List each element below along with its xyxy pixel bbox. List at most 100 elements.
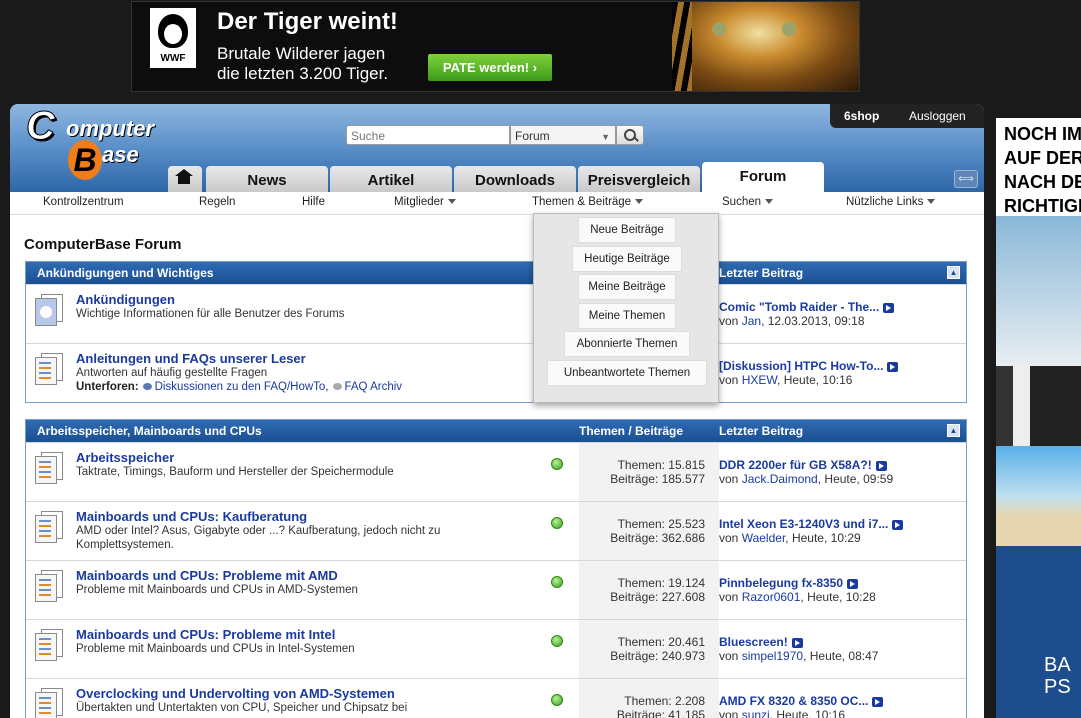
section-title[interactable]: Arbeitsspeicher, Mainboards und CPUs [37, 424, 262, 438]
go-to-post-icon[interactable] [791, 637, 803, 648]
author-link[interactable]: Waelder [742, 531, 786, 545]
tab-home[interactable] [168, 166, 202, 192]
author-link[interactable]: Jan [742, 314, 761, 328]
author-link[interactable]: sunzi [742, 708, 770, 718]
forum-description: AMD oder Intel? Asus, Gigabyte oder ...?… [76, 525, 441, 551]
tab-downloads[interactable]: Downloads [454, 166, 576, 192]
author-link[interactable]: HXEW [742, 373, 777, 387]
forum-stats: Themen: 2.208 Beiträge: 41.185 [579, 679, 719, 718]
wwf-logo: WWF [150, 8, 196, 68]
online-status-icon [551, 635, 563, 647]
forum-link[interactable]: Overclocking und Undervolting von AMD-Sy… [76, 686, 395, 701]
search-input[interactable]: Suche [346, 125, 510, 145]
last-post: Bluescreen! [719, 635, 803, 649]
forum-row: Anleitungen und FAQs unserer Leser Antwo… [26, 343, 966, 402]
last-post-author: von simpel1970, Heute, 08:47 [719, 649, 879, 663]
chevron-down-icon [635, 199, 644, 205]
go-to-post-icon[interactable] [892, 519, 904, 530]
ad-speaker-image [996, 366, 1081, 446]
go-to-post-icon[interactable] [883, 302, 895, 313]
banner-subtitle-1: Brutale Wilderer jagen [217, 44, 386, 63]
last-post-link[interactable]: DDR 2200er für GB X58A?! [719, 458, 872, 472]
right-skyscraper-ad[interactable]: NOCH IMM AUF DER NACH DEM RICHTIGE BAPS [996, 118, 1081, 718]
author-link[interactable]: Jack.Daimond [742, 472, 818, 486]
ad-text: NOCH IMM AUF DER NACH DEM RICHTIGE [1004, 124, 1081, 216]
author-link[interactable]: Razor0601 [742, 590, 801, 604]
chevron-down-icon [765, 199, 774, 205]
collapse-icon[interactable]: ▲ [947, 424, 960, 437]
subnav-mitglieder[interactable]: Mitglieder [394, 196, 456, 208]
tab-forum[interactable]: Forum [702, 162, 824, 192]
panda-icon [158, 14, 188, 48]
last-post-author: von sunzi, Heute, 10:16 [719, 708, 845, 718]
subnav-nuetzliche-links[interactable]: Nützliche Links [846, 196, 936, 208]
menu-item-unbeantwortete-themen[interactable]: Unbeantwortete Themen [547, 360, 707, 386]
menu-item-abonnierte-themen[interactable]: Abonnierte Themen [564, 331, 690, 357]
last-post-link[interactable]: Bluescreen! [719, 635, 788, 649]
speech-bubble-icon [332, 383, 342, 391]
forum-row: Ankündigungen Wichtige Informationen für… [26, 284, 966, 343]
subforum-link[interactable]: Diskussionen zu den FAQ/HowTo [155, 381, 326, 393]
subforum-link[interactable]: FAQ Archiv [345, 381, 403, 393]
username-link[interactable]: 6shop [844, 109, 879, 123]
forum-status-icon [35, 353, 63, 385]
pate-werden-button[interactable]: PATE werden! › [428, 54, 552, 81]
forum-status-icon [35, 629, 63, 661]
forum-row: Arbeitsspeicher Taktrate, Timings, Baufo… [26, 442, 966, 501]
expand-width-icon[interactable]: ⟺ [954, 170, 978, 188]
top-banner-ad[interactable]: WWF Der Tiger weint! Brutale Wilderer ja… [131, 1, 860, 92]
subnav-themen-beitraege[interactable]: Themen & Beiträge [532, 196, 644, 208]
menu-item-meine-themen[interactable]: Meine Themen [578, 303, 676, 329]
forum-link[interactable]: Mainboards und CPUs: Kaufberatung [76, 509, 307, 524]
last-post-link[interactable]: Pinnbelegung fx-8350 [719, 576, 843, 590]
subnav-suchen[interactable]: Suchen [722, 196, 774, 208]
forum-description: Übertakten und Untertakten von CPU, Spei… [76, 702, 408, 714]
forum-section: Ankündigungen und Wichtiges Letzter Beit… [25, 261, 967, 403]
last-post-author: von Razor0601, Heute, 10:28 [719, 590, 876, 604]
go-to-post-icon[interactable] [847, 578, 859, 589]
subnav-hilfe[interactable]: Hilfe [302, 196, 325, 208]
online-status-icon [551, 694, 563, 706]
computerbase-logo[interactable]: Computer Base [22, 104, 172, 188]
forum-link[interactable]: Mainboards und CPUs: Probleme mit AMD [76, 568, 338, 583]
author-link[interactable]: simpel1970 [742, 649, 803, 663]
subnav-regeln[interactable]: Regeln [199, 196, 235, 208]
ad-car-image [996, 216, 1081, 366]
search-button[interactable] [616, 125, 644, 145]
tab-news[interactable]: News [206, 166, 328, 192]
forum-link[interactable]: Arbeitsspeicher [76, 450, 174, 465]
last-post: Intel Xeon E3-1240V3 und i7... [719, 517, 904, 531]
subnav-kontrollzentrum[interactable]: Kontrollzentrum [43, 196, 124, 208]
forum-row: Mainboards und CPUs: Probleme mit Intel … [26, 619, 966, 678]
page-title: ComputerBase Forum [24, 236, 182, 253]
go-to-post-icon[interactable] [872, 696, 884, 707]
menu-item-meine-beitraege[interactable]: Meine Beiträge [578, 274, 676, 300]
go-to-post-icon[interactable] [875, 460, 887, 471]
last-post: [Diskussion] HTPC How-To... [719, 359, 899, 373]
last-post-link[interactable]: Comic "Tomb Raider - The... [719, 300, 879, 314]
tab-artikel[interactable]: Artikel [330, 166, 452, 192]
go-to-post-icon[interactable] [887, 361, 899, 372]
tab-preisvergleich[interactable]: Preisvergleich [578, 166, 700, 192]
menu-item-heutige-beitraege[interactable]: Heutige Beiträge [572, 246, 682, 272]
forum-link[interactable]: Mainboards und CPUs: Probleme mit Intel [76, 627, 335, 642]
last-post-link[interactable]: AMD FX 8320 & 8350 OC... [719, 694, 868, 708]
forum-link[interactable]: Anleitungen und FAQs unserer Leser [76, 351, 306, 366]
last-post-link[interactable]: [Diskussion] HTPC How-To... [719, 359, 883, 373]
collapse-icon[interactable]: ▲ [947, 266, 960, 279]
tiger-face-image [692, 2, 859, 91]
forum-description: Wichtige Informationen für alle Benutzer… [76, 308, 345, 320]
search-scope-select[interactable]: Forum ▼ [510, 125, 616, 145]
ad-text-box: NOCH IMM AUF DER NACH DEM RICHTIGE [996, 118, 1081, 216]
forum-description: Probleme mit Mainboards und CPUs in Inte… [76, 643, 355, 655]
user-bar: 6shop Ausloggen [830, 104, 984, 128]
logout-link[interactable]: Ausloggen [909, 109, 966, 123]
forum-link[interactable]: Ankündigungen [76, 292, 175, 307]
last-post: DDR 2200er für GB X58A?! [719, 458, 887, 472]
section-title[interactable]: Ankündigungen und Wichtiges [37, 266, 214, 280]
last-post-link[interactable]: Intel Xeon E3-1240V3 und i7... [719, 517, 888, 531]
forum-status-icon [35, 511, 63, 543]
menu-item-neue-beitraege[interactable]: Neue Beiträge [578, 217, 676, 243]
forum-row: Overclocking und Undervolting von AMD-Sy… [26, 678, 966, 718]
last-post-author: von Jack.Daimond, Heute, 09:59 [719, 472, 894, 486]
